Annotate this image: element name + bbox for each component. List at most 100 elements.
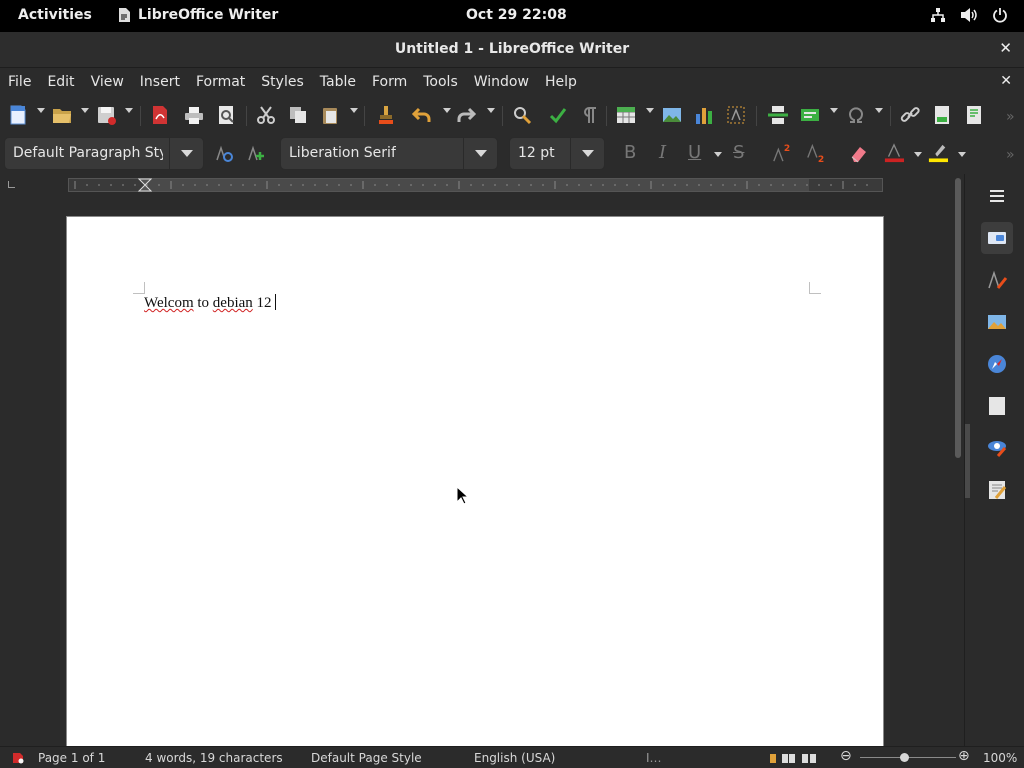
menu-insert[interactable]: Insert	[140, 69, 180, 97]
open-dropdown-arrow[interactable]	[81, 108, 89, 113]
save-dropdown-arrow[interactable]	[125, 108, 133, 113]
font-color-dropdown-arrow[interactable]	[914, 152, 922, 157]
clear-formatting-button[interactable]	[848, 140, 868, 166]
language-status[interactable]: English (USA)	[474, 751, 555, 765]
word[interactable]: to	[197, 295, 209, 311]
document-page[interactable]: Welcom to debian 12	[66, 216, 884, 746]
find-replace-button[interactable]	[512, 102, 532, 128]
network-icon[interactable]	[930, 7, 946, 23]
indent-marker-icon[interactable]	[138, 178, 152, 192]
page-count-status[interactable]: Page 1 of 1	[38, 751, 105, 765]
toolbar-overflow-icon[interactable]: »	[1006, 104, 1015, 130]
menu-view[interactable]: View	[91, 69, 124, 97]
highlight-color-button[interactable]	[928, 140, 948, 166]
special-character-dropdown-arrow[interactable]	[875, 108, 883, 113]
zoom-level[interactable]: 100%	[983, 751, 1017, 765]
undo-button[interactable]	[412, 102, 432, 128]
app-menu[interactable]: LibreOffice Writer	[118, 7, 278, 23]
font-size-combo[interactable]: 12 pt	[509, 137, 605, 170]
print-button[interactable]	[184, 102, 204, 128]
sidebar-properties-tab[interactable]	[981, 222, 1013, 254]
sidebar-gallery-tab[interactable]	[981, 306, 1013, 338]
update-style-button[interactable]	[214, 140, 234, 166]
menu-tools[interactable]: Tools	[423, 69, 458, 97]
window-close-button[interactable]: ✕	[999, 39, 1012, 57]
menu-file[interactable]: File	[8, 69, 31, 97]
toolbar-overflow-icon[interactable]: »	[1006, 142, 1015, 168]
paragraph-style-combo[interactable]: Default Paragraph Style	[4, 137, 204, 170]
horizontal-ruler[interactable]	[68, 178, 883, 192]
menu-styles[interactable]: Styles	[261, 69, 303, 97]
sidebar-style-inspector-tab[interactable]	[981, 432, 1013, 464]
word-count-status[interactable]: 4 words, 19 characters	[145, 751, 283, 765]
font-size-value[interactable]: 12 pt	[518, 145, 555, 161]
paragraph-style-value[interactable]: Default Paragraph Style	[13, 145, 163, 161]
subscript-button[interactable]: 2	[806, 140, 826, 166]
insert-chart-button[interactable]	[694, 102, 714, 128]
font-color-button[interactable]	[884, 140, 904, 166]
volume-icon[interactable]	[960, 7, 978, 23]
sidebar-page-tab[interactable]	[981, 390, 1013, 422]
menu-edit[interactable]: Edit	[47, 69, 74, 97]
export-pdf-button[interactable]	[150, 102, 170, 128]
undo-dropdown-arrow[interactable]	[443, 108, 451, 113]
close-document-button[interactable]: ✕	[1000, 73, 1012, 89]
paragraph-style-dropdown-button[interactable]	[169, 138, 203, 169]
zoom-slider-knob[interactable]	[900, 753, 909, 762]
font-size-dropdown-button[interactable]	[570, 138, 604, 169]
paste-dropdown-arrow[interactable]	[350, 108, 358, 113]
word[interactable]: 12	[257, 295, 272, 311]
activities-button[interactable]: Activities	[18, 7, 92, 23]
redo-button[interactable]	[456, 102, 476, 128]
document-modified-icon[interactable]	[12, 752, 24, 764]
document-canvas[interactable]: Welcom to debian 12	[0, 196, 952, 746]
insert-hyperlink-button[interactable]	[900, 102, 920, 128]
menu-help[interactable]: Help	[545, 69, 577, 97]
zoom-out-icon[interactable]: ⊖	[840, 748, 852, 764]
insert-field-button[interactable]	[800, 102, 820, 128]
underline-button[interactable]: U	[688, 142, 701, 163]
copy-button[interactable]	[288, 102, 308, 128]
clone-formatting-button[interactable]	[376, 102, 396, 128]
document-text[interactable]: Welcom to debian 12	[144, 294, 276, 312]
sidebar-styles-tab[interactable]	[981, 264, 1013, 296]
font-name-combo[interactable]: Liberation Serif	[280, 137, 498, 170]
bold-button[interactable]: B	[624, 142, 636, 163]
font-name-dropdown-button[interactable]	[463, 138, 497, 169]
system-tray[interactable]	[930, 7, 1008, 23]
print-preview-button[interactable]	[216, 102, 236, 128]
misspelled-word[interactable]: debian	[213, 295, 253, 311]
sidebar-menu-button[interactable]	[981, 180, 1013, 212]
sidebar-resize-handle[interactable]	[965, 424, 970, 498]
menu-form[interactable]: Form	[372, 69, 407, 97]
vertical-scrollbar[interactable]	[952, 174, 964, 746]
misspelled-word[interactable]: Welcom	[144, 295, 194, 311]
scrollbar-thumb[interactable]	[955, 178, 961, 458]
highlight-dropdown-arrow[interactable]	[958, 152, 966, 157]
font-name-value[interactable]: Liberation Serif	[289, 145, 396, 161]
insert-page-break-button[interactable]	[768, 102, 788, 128]
insert-comment-button[interactable]	[964, 102, 984, 128]
insert-mode-icon[interactable]: I…	[646, 751, 662, 765]
table-dropdown-arrow[interactable]	[646, 108, 654, 113]
italic-button[interactable]: I	[659, 142, 666, 163]
formatting-marks-button[interactable]	[580, 102, 600, 128]
new-dropdown-arrow[interactable]	[37, 108, 45, 113]
cut-button[interactable]	[256, 102, 276, 128]
view-layout-icons[interactable]	[768, 752, 824, 764]
new-document-button[interactable]	[8, 102, 28, 128]
tab-stop-selector-icon[interactable]	[8, 181, 15, 188]
insert-textbox-button[interactable]	[726, 102, 746, 128]
underline-dropdown-arrow[interactable]	[714, 152, 722, 157]
new-style-button[interactable]	[246, 140, 266, 166]
insert-table-button[interactable]	[616, 102, 636, 128]
redo-dropdown-arrow[interactable]	[487, 108, 495, 113]
superscript-button[interactable]: 2	[772, 140, 792, 166]
special-character-button[interactable]	[846, 102, 866, 128]
menu-table[interactable]: Table	[320, 69, 356, 97]
open-button[interactable]	[52, 102, 72, 128]
paste-button[interactable]	[320, 102, 340, 128]
strikethrough-button[interactable]: S	[733, 142, 744, 163]
field-dropdown-arrow[interactable]	[830, 108, 838, 113]
spelling-button[interactable]	[548, 102, 568, 128]
